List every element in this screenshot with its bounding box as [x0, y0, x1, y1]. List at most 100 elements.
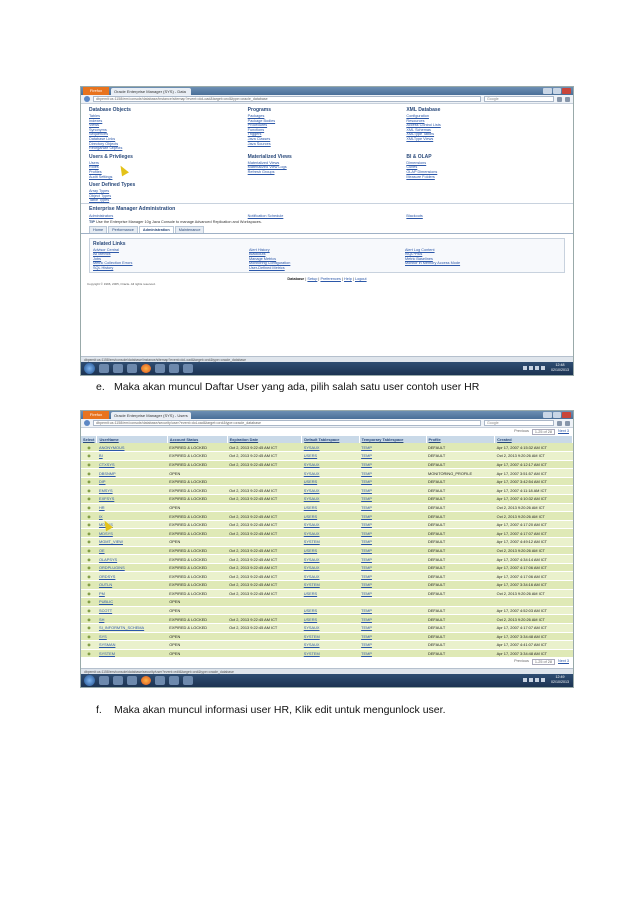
row-select-radio[interactable]: ◉ — [81, 485, 97, 496]
row-select-radio[interactable]: ◉ — [81, 649, 97, 659]
default-tablespace-link[interactable]: SYSAUX — [301, 623, 360, 633]
link-refresh-groups[interactable]: Refresh Groups — [248, 170, 407, 175]
link-blackouts[interactable]: Blackouts — [406, 214, 565, 219]
tray-icon[interactable] — [523, 366, 527, 370]
default-tablespace-link[interactable]: USERS — [301, 511, 360, 521]
default-tablespace-link[interactable]: USERS — [301, 503, 360, 513]
volume-icon[interactable] — [535, 678, 539, 682]
folder-icon[interactable] — [127, 364, 137, 373]
user-name-link[interactable]: PM — [96, 589, 168, 599]
user-name-link[interactable]: ANONYMOUS — [96, 443, 168, 453]
row-select-radio[interactable]: ◉ — [81, 580, 97, 590]
link-audit-settings[interactable]: Audit Settings — [89, 175, 248, 180]
tray-icon[interactable] — [529, 678, 533, 682]
row-select-radio[interactable]: ◉ — [81, 451, 97, 461]
default-tablespace-link[interactable]: USERS — [301, 589, 360, 599]
default-tablespace-link[interactable]: SYSTEM — [301, 537, 360, 547]
link-user-defined-metrics[interactable]: User-Defined Metrics — [249, 266, 405, 271]
start-button-icon[interactable] — [84, 363, 95, 374]
link-table-types[interactable]: Table Types — [89, 198, 248, 203]
user-name-link[interactable]: SYSMAN — [96, 640, 168, 650]
default-tablespace-link[interactable]: USERS — [301, 451, 360, 461]
pager-next[interactable]: Next 3 — [558, 659, 569, 665]
volume-icon[interactable] — [535, 366, 539, 370]
link-sql-history[interactable]: SQL History — [93, 266, 249, 271]
row-select-radio[interactable]: ◉ — [81, 511, 97, 521]
temp-tablespace-link[interactable]: TEMP — [359, 468, 427, 478]
temp-tablespace-link[interactable]: TEMP — [359, 511, 427, 521]
temp-tablespace-link[interactable]: TEMP — [359, 580, 427, 590]
row-select-radio[interactable]: ◉ — [81, 589, 97, 599]
media-icon[interactable] — [113, 364, 123, 373]
link-measure-folders[interactable]: Measure Folders — [406, 175, 565, 180]
user-name-link[interactable]: PUBLIC — [96, 597, 168, 607]
row-select-radio[interactable]: ◉ — [81, 632, 97, 642]
user-name-link[interactable]: EMSYS — [96, 485, 168, 496]
pager-previous[interactable]: Previous — [514, 659, 529, 665]
temp-tablespace-link[interactable]: TEMP — [359, 460, 427, 470]
default-tablespace-link[interactable]: SYSAUX — [301, 563, 360, 573]
row-select-radio[interactable]: ◉ — [81, 443, 97, 453]
footer-preferences-link[interactable]: Preferences — [320, 277, 340, 281]
row-select-radio[interactable]: ◉ — [81, 571, 97, 581]
temp-tablespace-link[interactable]: TEMP — [359, 563, 427, 573]
user-name-link[interactable]: BI — [96, 451, 168, 461]
temp-tablespace-link[interactable]: TEMP — [359, 554, 427, 564]
home-icon[interactable] — [565, 96, 570, 102]
user-name-link[interactable]: OE — [96, 546, 168, 556]
taskbar-clock[interactable]: 12:49 02/10/2013 — [551, 675, 569, 685]
pager-range-select[interactable]: 1-25 of 28 — [531, 429, 556, 435]
firefox-menu-button[interactable]: Firefox — [83, 411, 109, 419]
address-bar[interactable]: dbpemit:us:1158/em/console/database/secu… — [93, 420, 481, 426]
user-name-link[interactable]: SYSTEM — [96, 649, 168, 659]
row-select-radio[interactable]: ◉ — [81, 546, 97, 556]
col-temporary-tablespace[interactable]: Temporary Tablespace — [359, 436, 427, 443]
tab-home[interactable]: Home — [89, 225, 108, 233]
back-icon[interactable] — [84, 96, 90, 102]
bookmark-icon[interactable] — [557, 96, 562, 102]
col-profile[interactable]: Profile — [426, 436, 496, 443]
col-expiration-date[interactable]: Expiration Date — [227, 436, 303, 443]
default-tablespace-link[interactable]: SYSTEM — [301, 649, 360, 659]
row-select-radio[interactable]: ◉ — [81, 460, 97, 470]
download-icon[interactable] — [155, 364, 165, 373]
user-name-link[interactable]: CTXSYS — [96, 460, 168, 470]
taskbar-clock[interactable]: 12:48 02/10/2013 — [551, 363, 569, 373]
row-select-radio[interactable]: ◉ — [81, 614, 97, 624]
row-select-radio[interactable]: ◉ — [81, 563, 97, 573]
word-icon[interactable] — [183, 676, 193, 685]
maximize-icon[interactable] — [552, 88, 562, 94]
row-select-radio[interactable]: ◉ — [81, 606, 97, 616]
temp-tablespace-link[interactable]: TEMP — [359, 477, 427, 487]
temp-tablespace-link[interactable]: TEMP — [359, 649, 427, 659]
footer-setup-link[interactable]: Setup — [307, 277, 317, 281]
temp-tablespace-link[interactable]: TEMP — [359, 606, 427, 616]
temp-tablespace-link[interactable]: TEMP — [359, 571, 427, 581]
address-bar[interactable]: dbpemit:us:1158/em/console/database/inst… — [93, 96, 481, 102]
default-tablespace-link[interactable]: USERS — [301, 477, 360, 487]
default-tablespace-link[interactable]: USERS — [301, 546, 360, 556]
user-name-link[interactable]: SI_INFORMTN_SCHEMA — [96, 623, 168, 633]
tab-administration[interactable]: Administration — [138, 225, 174, 233]
temp-tablespace-link[interactable]: TEMP — [359, 640, 427, 650]
home-icon[interactable] — [565, 420, 570, 426]
row-select-radio[interactable]: ◉ — [81, 528, 97, 539]
default-tablespace-link[interactable] — [301, 597, 360, 607]
default-tablespace-link[interactable]: USERS — [301, 614, 360, 624]
temp-tablespace-link[interactable]: TEMP — [359, 528, 427, 539]
default-tablespace-link[interactable]: SYSAUX — [301, 468, 360, 478]
network-icon[interactable] — [541, 366, 545, 370]
search-input[interactable]: Google — [484, 420, 554, 426]
browser-tab[interactable]: Oracle Enterprise Manager (SYS) - Data — [111, 88, 191, 95]
row-select-radio[interactable]: ◉ — [81, 640, 97, 650]
link-xmltype-views[interactable]: XMLType Views — [406, 137, 565, 142]
temp-tablespace-link[interactable]: TEMP — [359, 537, 427, 547]
col-created[interactable]: Created — [494, 436, 573, 443]
tab-performance[interactable]: Performance — [108, 225, 138, 233]
col-account-status[interactable]: Account Status — [167, 436, 228, 443]
default-tablespace-link[interactable]: SYSAUX — [301, 460, 360, 470]
folder-icon[interactable] — [127, 676, 137, 685]
minimize-icon[interactable] — [543, 88, 552, 94]
temp-tablespace-link[interactable] — [359, 597, 427, 607]
temp-tablespace-link[interactable]: TEMP — [359, 443, 427, 453]
